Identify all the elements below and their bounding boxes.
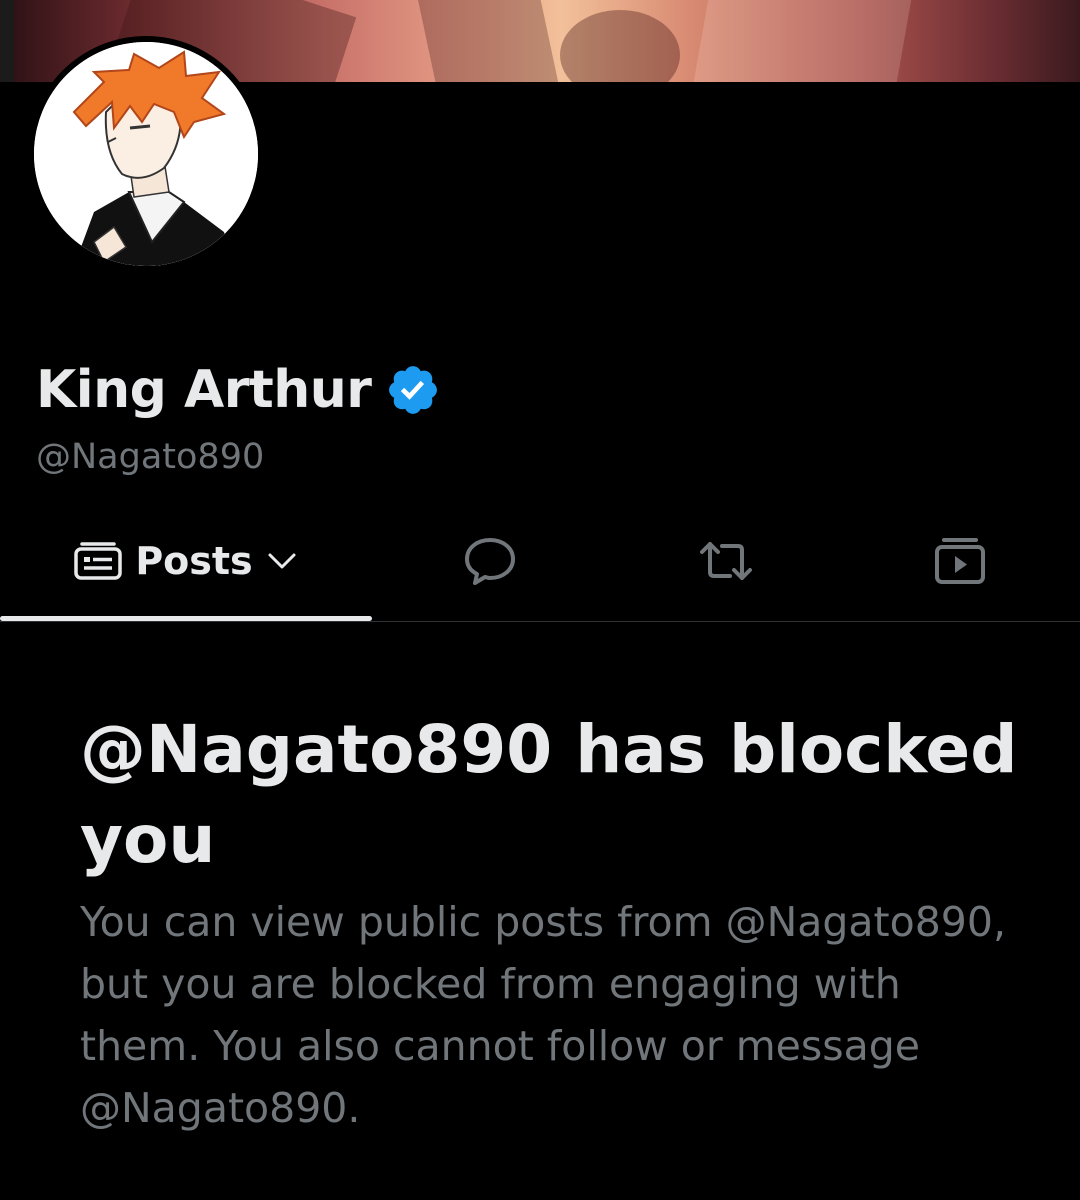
repost-icon <box>700 541 752 580</box>
chevron-down-icon[interactable] <box>265 549 299 573</box>
profile-tabs: Posts <box>0 500 1080 622</box>
tab-posts[interactable]: Posts <box>0 500 372 621</box>
blocked-body: You can view public posts from @Nagato89… <box>80 898 1007 1132</box>
speech-bubble-icon <box>465 537 515 585</box>
active-tab-indicator <box>0 616 372 621</box>
posts-icon <box>74 541 123 580</box>
tab-posts-label: Posts <box>135 538 253 583</box>
avatar-image <box>34 42 258 266</box>
tab-reposts[interactable] <box>656 500 796 621</box>
profile-handle: @Nagato890 <box>36 437 265 477</box>
avatar[interactable] <box>28 36 264 272</box>
tab-replies[interactable] <box>420 500 560 621</box>
display-name: King Arthur <box>36 360 372 420</box>
blocked-notice: @Nagato890 has blocked you You can view … <box>80 705 1020 1139</box>
profile-name-row: King Arthur <box>36 355 441 425</box>
verified-badge-icon[interactable] <box>385 362 441 418</box>
blocked-title: @Nagato890 has blocked you <box>80 711 1018 878</box>
tab-media[interactable] <box>890 500 1030 621</box>
media-play-icon <box>935 537 985 584</box>
